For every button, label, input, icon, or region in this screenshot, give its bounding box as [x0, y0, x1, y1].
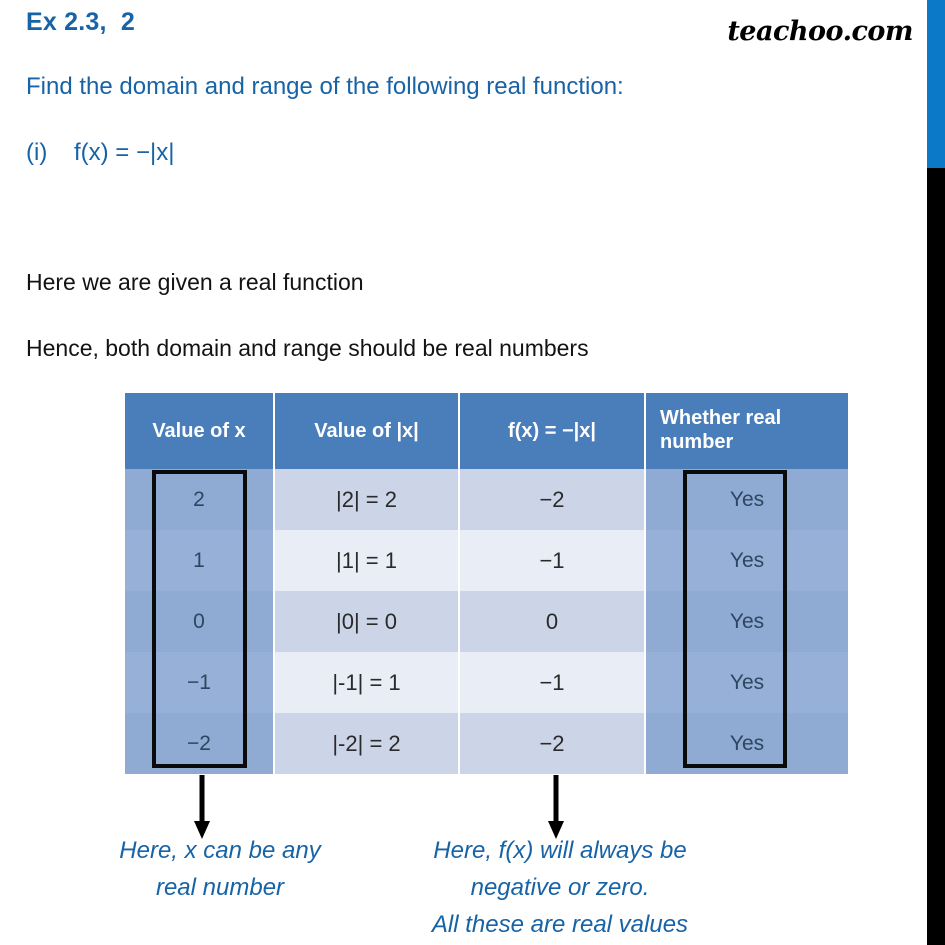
values-table: Value of x Value of |x| f(x) = −|x| Whet… — [125, 393, 848, 774]
table-row: 0 |0| = 0 0 Yes — [125, 591, 848, 652]
slide-page: Ex 2.3, 2 teachoo.com Find the domain an… — [0, 0, 945, 945]
cell-fx: −2 — [459, 469, 646, 530]
cell-abs-x: |-2| = 2 — [274, 713, 460, 774]
table-row: 1 |1| = 1 −1 Yes — [125, 530, 848, 591]
cell-whether-real: Yes — [645, 652, 848, 713]
page-title: Ex 2.3, 2 — [26, 8, 136, 36]
cell-abs-x: |2| = 2 — [274, 469, 460, 530]
table-header-row: Value of x Value of |x| f(x) = −|x| Whet… — [125, 393, 848, 469]
cell-abs-x: |-1| = 1 — [274, 652, 460, 713]
cell-whether-real: Yes — [645, 530, 848, 591]
cell-fx: −1 — [459, 652, 646, 713]
right-edge-blue-strip — [927, 0, 945, 168]
question-text: Find the domain and range of the followi… — [26, 73, 624, 100]
explanation-line-2: Hence, both domain and range should be r… — [26, 335, 589, 361]
cell-whether-real: Yes — [645, 591, 848, 652]
cell-fx: 0 — [459, 591, 646, 652]
table-body: 2 |2| = 2 −2 Yes 1 |1| = 1 −1 Yes 0 |0| … — [125, 469, 848, 774]
table-row: 2 |2| = 2 −2 Yes — [125, 469, 848, 530]
cell-x: −2 — [125, 713, 275, 774]
cell-fx: −1 — [459, 530, 646, 591]
column-header-value-of-abs-x: Value of |x| — [274, 393, 460, 469]
down-arrow-icon — [194, 775, 210, 839]
annotation-domain: Here, x can be any real number — [119, 837, 321, 902]
cell-x: 2 — [125, 469, 275, 530]
cell-x: 0 — [125, 591, 275, 652]
cell-fx: −2 — [459, 713, 646, 774]
brand-logo: teachoo.com — [727, 16, 913, 47]
sub-question-text: (i) f(x) = −|x| — [26, 139, 175, 166]
cell-whether-real: Yes — [645, 713, 848, 774]
table-row: −2 |-2| = 2 −2 Yes — [125, 713, 848, 774]
table-row: −1 |-1| = 1 −1 Yes — [125, 652, 848, 713]
column-header-fx: f(x) = −|x| — [459, 393, 646, 469]
cell-abs-x: |0| = 0 — [274, 591, 460, 652]
right-edge-black-strip — [927, 168, 945, 945]
cell-x: −1 — [125, 652, 275, 713]
column-header-whether-real-number: Whether real number — [645, 393, 848, 469]
cell-whether-real: Yes — [645, 469, 848, 530]
explanation-line-1: Here we are given a real function — [26, 269, 364, 295]
annotation-range: Here, f(x) will always be negative or ze… — [431, 837, 689, 939]
column-header-value-of-x: Value of x — [125, 393, 275, 469]
cell-x: 1 — [125, 530, 275, 591]
cell-abs-x: |1| = 1 — [274, 530, 460, 591]
down-arrow-icon — [548, 775, 564, 839]
